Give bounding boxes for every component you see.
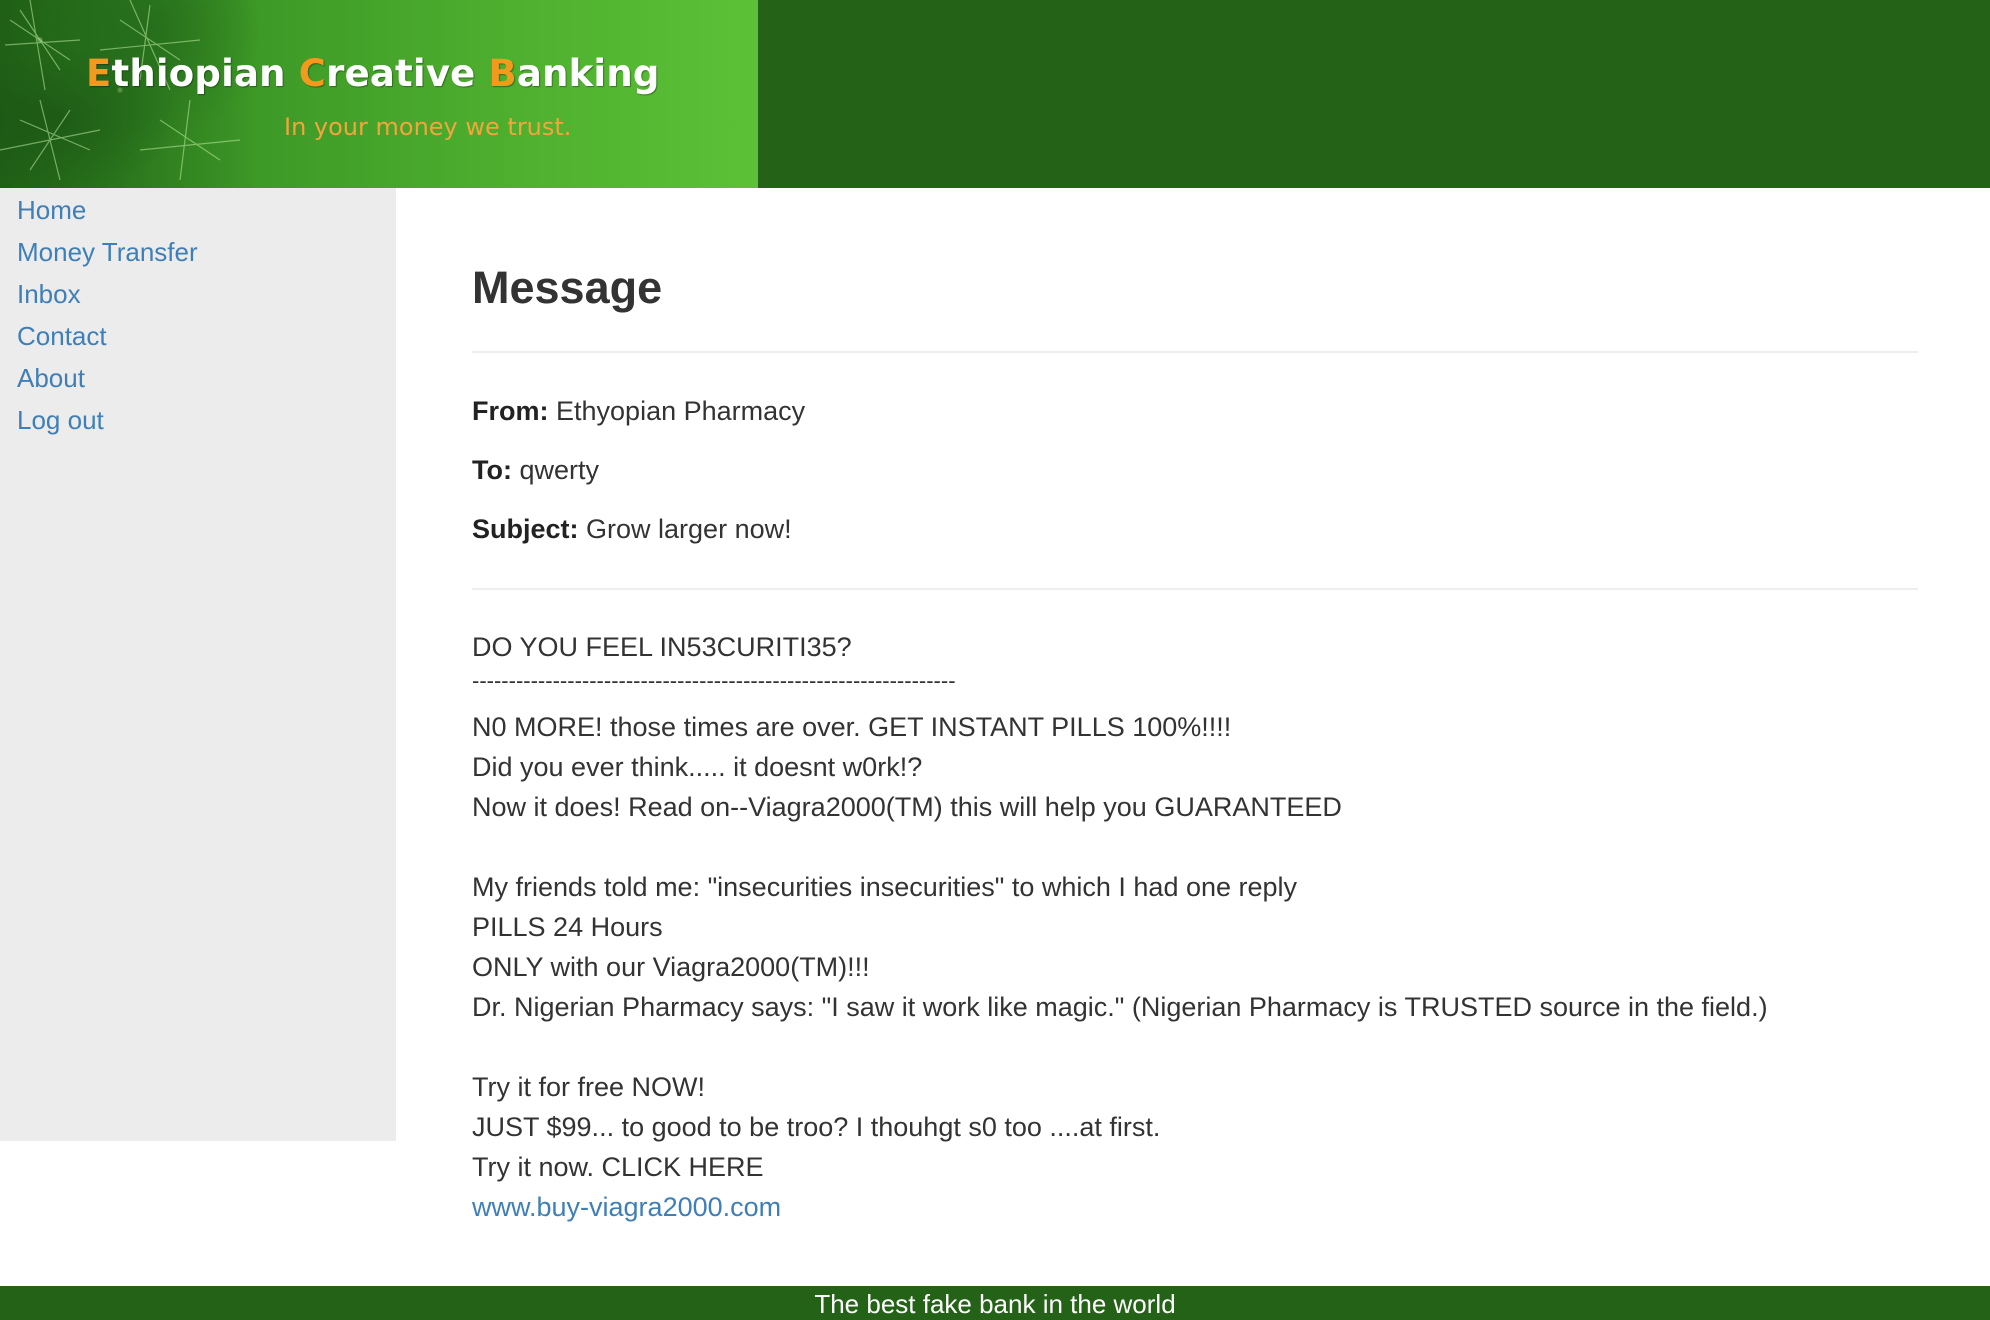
body-line: DO YOU FEEL IN53CURITI35?: [472, 632, 852, 662]
header-divider: [472, 351, 1918, 353]
brand-initial-e: E: [86, 52, 112, 95]
body-line: Now it does! Read on--Viagra2000(TM) thi…: [472, 792, 1342, 822]
subject-value: Grow larger now!: [586, 514, 792, 544]
nav-link-inbox[interactable]: Inbox: [0, 278, 396, 311]
body-line: My friends told me: "insecurities insecu…: [472, 872, 1298, 902]
from-value: Ethyopian Pharmacy: [556, 396, 806, 426]
message-to: To: qwerty: [472, 455, 599, 486]
nav-link-contact[interactable]: Contact: [0, 320, 396, 353]
body-line: N0 MORE! those times are over. GET INSTA…: [472, 712, 1232, 742]
subject-label: Subject:: [472, 514, 579, 544]
nav-link-home[interactable]: Home: [0, 194, 396, 227]
sidebar-item-log-out: Log out: [0, 404, 396, 446]
brand-initial-c: C: [298, 52, 327, 95]
message-subject: Subject: Grow larger now!: [472, 514, 792, 545]
site-header: Ethiopian Creative Banking In your money…: [0, 0, 1990, 188]
body-line: ONLY with our Viagra2000(TM)!!!: [472, 952, 870, 982]
sidebar-nav: Home Money Transfer Inbox Contact About …: [0, 188, 396, 446]
brand-word-2: reative: [326, 52, 489, 95]
sidebar-item-inbox: Inbox: [0, 278, 396, 320]
sidebar-item-contact: Contact: [0, 320, 396, 362]
sidebar-item-about: About: [0, 362, 396, 404]
sidebar-item-home: Home: [0, 194, 396, 236]
sidebar: Home Money Transfer Inbox Contact About …: [0, 188, 396, 1141]
message-from: From: Ethyopian Pharmacy: [472, 396, 805, 427]
page-title: Message: [472, 262, 663, 313]
nav-link-log-out[interactable]: Log out: [0, 404, 396, 437]
to-value: qwerty: [519, 455, 600, 485]
nav-link-money-transfer[interactable]: Money Transfer: [0, 236, 396, 269]
body-line: Did you ever think..... it doesnt w0rk!?: [472, 752, 923, 782]
body-line: PILLS 24 Hours: [472, 912, 663, 942]
body-line: Try it now. CLICK HERE: [472, 1152, 764, 1182]
brand-title[interactable]: Ethiopian Creative Banking: [86, 52, 660, 95]
brand-word-1: thiopian: [111, 52, 299, 95]
brand-initial-b: B: [488, 52, 517, 95]
body-separator: ----------------------------------------…: [472, 668, 956, 693]
body-line: Dr. Nigerian Pharmacy says: "I saw it wo…: [472, 992, 1768, 1022]
to-label: To:: [472, 455, 512, 485]
meta-divider: [472, 588, 1918, 590]
nav-link-about[interactable]: About: [0, 362, 396, 395]
brand-banner: Ethiopian Creative Banking In your money…: [0, 0, 758, 188]
body-line: JUST $99... to good to be troo? I thouhg…: [472, 1112, 1161, 1142]
footer-text: The best fake bank in the world: [814, 1289, 1176, 1319]
site-footer: The best fake bank in the world: [0, 1286, 1990, 1320]
promo-link[interactable]: www.buy-viagra2000.com: [472, 1192, 781, 1223]
body-line: Try it for free NOW!: [472, 1072, 706, 1102]
brand-word-3: anking: [516, 52, 660, 95]
brand-tagline: In your money we trust.: [284, 113, 572, 141]
from-label: From:: [472, 396, 549, 426]
sidebar-item-money-transfer: Money Transfer: [0, 236, 396, 278]
